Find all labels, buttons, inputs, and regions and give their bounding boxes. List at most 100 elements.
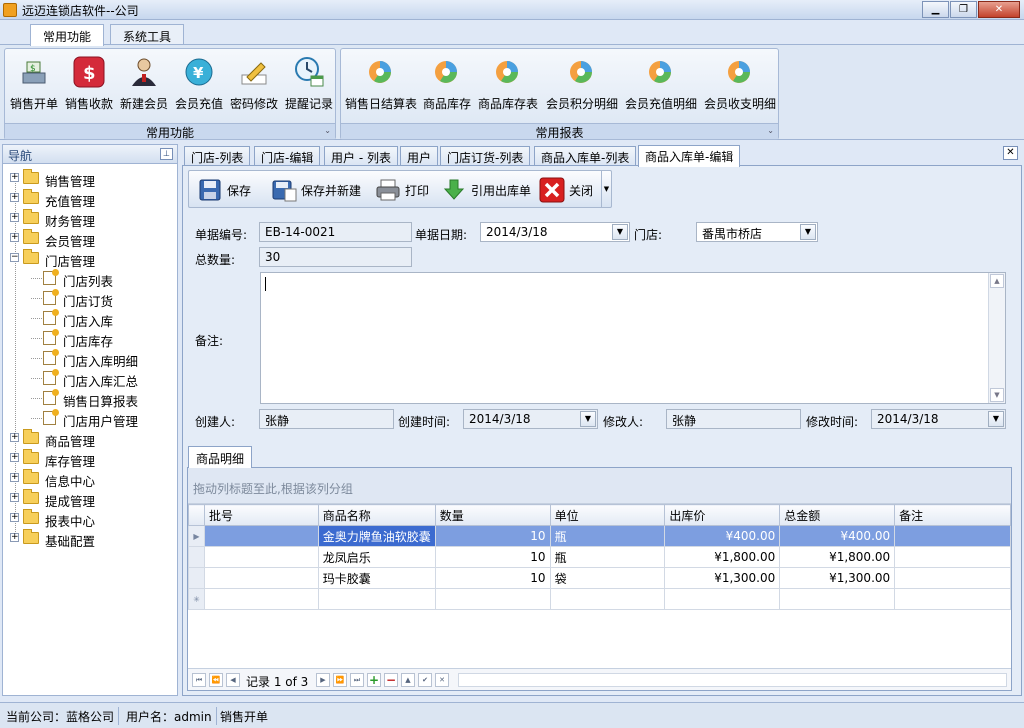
memo-textarea[interactable]: ▲ ▼ — [260, 272, 1006, 404]
next-page-icon[interactable]: ⏩ — [333, 673, 347, 687]
tab-user[interactable]: 用户 — [400, 146, 439, 166]
modified-date-picker[interactable]: 2014/3/18 ▼ — [871, 409, 1006, 429]
tab-inbound-list[interactable]: 商品入库单-列表 — [534, 146, 637, 166]
nav-item-store-users[interactable]: 门店用户管理 — [3, 408, 177, 429]
expand-icon[interactable]: + — [10, 173, 19, 182]
add-record-icon[interactable]: + — [367, 673, 381, 687]
chevron-down-icon[interactable]: ▼ — [580, 411, 596, 427]
expand-icon[interactable]: + — [10, 473, 19, 482]
save-and-new-button[interactable]: 保存并新建 — [271, 175, 361, 205]
column-header-batch[interactable]: 批号 — [203, 504, 319, 526]
chevron-down-icon[interactable]: ▼ — [988, 411, 1004, 427]
expand-icon[interactable]: + — [10, 533, 19, 542]
nav-item-members[interactable]: + 会员管理 — [3, 228, 177, 249]
member-topup-button[interactable]: ¥ 会员充值 — [172, 51, 226, 115]
nav-item-store-stock[interactable]: 门店库存 — [3, 328, 177, 349]
nav-item-store-inbound[interactable]: 门店入库 — [3, 308, 177, 329]
column-header-price[interactable]: 出库价 — [664, 504, 781, 526]
delete-record-icon[interactable]: − — [384, 673, 398, 687]
tab-inbound-edit[interactable]: 商品入库单-编辑 — [638, 145, 741, 167]
member-points-button[interactable]: 会员积分明细 — [543, 51, 621, 115]
sales-receipt-button[interactable]: $ 销售收款 — [62, 51, 116, 115]
group-launcher-icon[interactable]: ⌄ — [767, 126, 774, 135]
close-tab-icon[interactable]: ✕ — [1003, 146, 1018, 160]
memo-scrollbar[interactable]: ▲ ▼ — [988, 273, 1005, 403]
pin-icon[interactable]: ⊥ — [160, 148, 173, 160]
daily-settlement-report-button[interactable]: 销售日结算表 — [343, 51, 419, 115]
table-row[interactable]: 龙凤启乐 10 瓶 ¥1,800.00 ¥1,800.00 — [188, 546, 1011, 568]
created-date-picker[interactable]: 2014/3/18 ▼ — [463, 409, 598, 429]
close-window-button[interactable]: ✕ — [978, 1, 1020, 18]
product-stock-button[interactable]: 商品库存 — [421, 51, 473, 115]
apply-icon[interactable]: ✔ — [418, 673, 432, 687]
new-item-row[interactable]: ✳ — [188, 588, 1011, 610]
tab-user-list[interactable]: 用户 - 列表 — [324, 146, 398, 166]
prev-record-icon[interactable]: ◀ — [226, 673, 240, 687]
table-row[interactable]: ▶ 金奥力牌鱼油软胶囊 10 瓶 ¥400.00 ¥400.00 — [188, 525, 1011, 547]
nav-item-store-inbound-summary[interactable]: 门店入库汇总 — [3, 368, 177, 389]
change-password-button[interactable]: 密码修改 — [227, 51, 281, 115]
edit-record-icon[interactable]: ▲ — [401, 673, 415, 687]
close-button[interactable]: 关闭 — [539, 175, 593, 205]
next-record-icon[interactable]: ▶ — [316, 673, 330, 687]
table-row[interactable]: 玛卡胶囊 10 袋 ¥1,300.00 ¥1,300.00 — [188, 567, 1011, 589]
minimize-button[interactable]: ▁ — [922, 1, 949, 18]
expand-icon[interactable]: + — [10, 453, 19, 462]
nav-item-sales[interactable]: + 销售管理 — [3, 168, 177, 189]
doc-date-picker[interactable]: 2014/3/18 ▼ — [480, 222, 630, 242]
expand-icon[interactable]: + — [10, 493, 19, 502]
nav-item-commission[interactable]: + 提成管理 — [3, 488, 177, 509]
tab-store-list[interactable]: 门店-列表 — [184, 146, 251, 166]
ribbon-tab-system[interactable]: 系统工具 — [110, 24, 185, 45]
nav-item-store-order[interactable]: 门店订货 — [3, 288, 177, 309]
member-income-expense-button[interactable]: 会员收支明细 — [701, 51, 779, 115]
sales-order-button[interactable]: $ 销售开单 — [7, 51, 61, 115]
nav-item-topup[interactable]: + 充值管理 — [3, 188, 177, 209]
toolbar-dropdown-icon[interactable]: ▼ — [601, 171, 611, 207]
nav-item-daily-sales-report[interactable]: 销售日算报表 — [3, 388, 177, 409]
nav-item-stores[interactable]: − 门店管理 — [3, 248, 177, 269]
nav-item-info-center[interactable]: + 信息中心 — [3, 468, 177, 489]
column-header-name[interactable]: 商品名称 — [317, 504, 436, 526]
expand-icon[interactable]: + — [10, 233, 19, 242]
chevron-down-icon[interactable]: ▼ — [800, 224, 816, 240]
reminder-button[interactable]: 提醒记录 — [282, 51, 336, 115]
nav-item-inventory[interactable]: + 库存管理 — [3, 448, 177, 469]
maximize-button[interactable]: ❐ — [950, 1, 977, 18]
nav-item-basic-config[interactable]: + 基础配置 — [3, 528, 177, 549]
column-header-unit[interactable]: 单位 — [549, 504, 666, 526]
expand-icon[interactable]: + — [10, 433, 19, 442]
nav-item-products[interactable]: + 商品管理 — [3, 428, 177, 449]
scroll-down-icon[interactable]: ▼ — [990, 388, 1004, 402]
collapse-icon[interactable]: − — [10, 253, 19, 262]
expand-icon[interactable]: + — [10, 193, 19, 202]
expand-icon[interactable]: + — [10, 513, 19, 522]
ribbon-tab-common[interactable]: 常用功能 — [30, 24, 105, 46]
nav-item-store-inbound-detail[interactable]: 门店入库明细 — [3, 348, 177, 369]
tab-store-order-list[interactable]: 门店订货-列表 — [440, 146, 531, 166]
group-launcher-icon[interactable]: ⌄ — [324, 126, 331, 135]
first-record-icon[interactable]: ⏮ — [192, 673, 206, 687]
tab-store-edit[interactable]: 门店-编辑 — [254, 146, 321, 166]
new-member-button[interactable]: 新建会员 — [117, 51, 171, 115]
member-topup-detail-button[interactable]: 会员充值明细 — [622, 51, 700, 115]
cancel-icon[interactable]: ✕ — [435, 673, 449, 687]
nav-item-store-list[interactable]: 门店列表 — [3, 268, 177, 289]
horizontal-scrollbar[interactable] — [458, 673, 1007, 687]
nav-item-report-center[interactable]: + 报表中心 — [3, 508, 177, 529]
chevron-down-icon[interactable]: ▼ — [612, 224, 628, 240]
import-outbound-button[interactable]: 引用出库单 — [441, 175, 531, 205]
store-select[interactable]: 番禺市桥店 ▼ — [696, 222, 818, 242]
column-header-qty[interactable]: 数量 — [434, 504, 551, 526]
group-by-hint[interactable]: 拖动列标题至此,根据该列分组 — [188, 468, 1011, 504]
save-button[interactable]: 保存 — [197, 175, 251, 205]
print-button[interactable]: 打印 — [375, 175, 429, 205]
tab-product-detail[interactable]: 商品明细 — [188, 446, 253, 468]
column-header-total[interactable]: 总金额 — [779, 504, 896, 526]
expand-icon[interactable]: + — [10, 213, 19, 222]
last-record-icon[interactable]: ⏭ — [350, 673, 364, 687]
product-stock-report-button[interactable]: 商品库存表 — [475, 51, 541, 115]
nav-item-finance[interactable]: + 财务管理 — [3, 208, 177, 229]
prev-page-icon[interactable]: ⏪ — [209, 673, 223, 687]
column-header-note[interactable]: 备注 — [894, 504, 1011, 526]
